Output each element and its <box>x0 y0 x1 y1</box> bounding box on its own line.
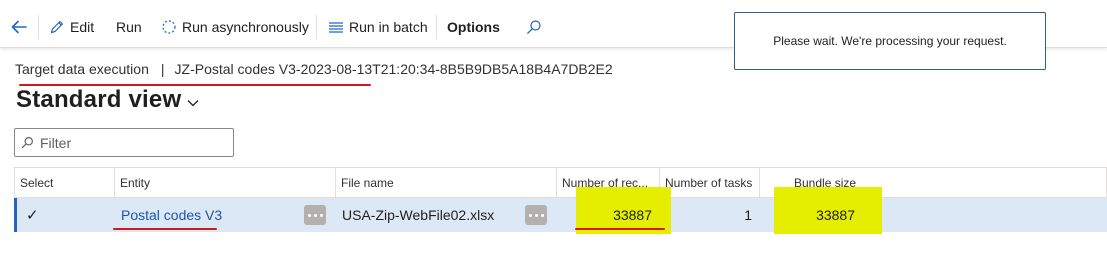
data-grid: Select Entity File name Number of rec...… <box>14 167 1107 253</box>
column-header-select[interactable]: Select <box>14 167 115 198</box>
breadcrumb-page[interactable]: Target data execution <box>15 61 149 77</box>
search-button[interactable] <box>526 6 547 48</box>
number-of-tasks-cell: 1 <box>744 207 752 223</box>
processing-message-box: Please wait. We're processing your reque… <box>734 12 1046 70</box>
chevron-down-icon <box>187 100 199 107</box>
file-name-cell: USA-Zip-WebFile02.xlsx <box>342 207 495 223</box>
entity-link[interactable]: Postal codes V3 <box>121 207 222 223</box>
checkmark-icon: ✓ <box>26 207 39 224</box>
run-asynchronously-button[interactable]: Run asynchronously <box>161 6 309 48</box>
file-name-more-button[interactable] <box>525 205 547 225</box>
column-header-entity[interactable]: Entity <box>115 167 336 198</box>
filter-box[interactable] <box>14 128 234 157</box>
column-header-number-of-tasks[interactable]: Number of tasks <box>660 167 760 198</box>
run-in-batch-button[interactable]: Run in batch <box>328 6 428 48</box>
toolbar-divider <box>38 15 39 39</box>
annotation-underline <box>575 228 665 230</box>
breadcrumb-separator: | <box>160 61 165 77</box>
run-button[interactable]: Run <box>116 6 142 48</box>
bundle-size-cell: 33887 <box>816 207 855 223</box>
toolbar-divider <box>316 15 317 39</box>
column-header-file-name[interactable]: File name <box>336 167 557 198</box>
view-title: Standard view <box>16 86 182 113</box>
edit-button[interactable]: Edit <box>49 6 94 48</box>
search-icon <box>527 20 541 34</box>
spinner-icon <box>162 20 176 34</box>
breadcrumb: Target data execution | JZ-Postal codes … <box>15 60 613 78</box>
annotation-underline <box>113 228 217 230</box>
options-label: Options <box>447 19 500 35</box>
edit-label: Edit <box>70 19 95 35</box>
number-of-records-cell: 33887 <box>613 207 652 223</box>
back-button[interactable] <box>10 6 33 48</box>
breadcrumb-record: JZ-Postal codes V3-2023-08-13T21:20:34-8… <box>174 61 613 77</box>
search-icon <box>21 137 33 149</box>
processing-message: Please wait. We're processing your reque… <box>773 34 1007 48</box>
run-label: Run <box>116 19 142 35</box>
run-asynchronously-label: Run asynchronously <box>182 19 309 35</box>
toolbar-divider <box>436 15 437 39</box>
row-select-checkbox[interactable]: ✓ <box>26 198 56 232</box>
filter-input[interactable] <box>40 134 220 151</box>
list-icon <box>329 22 343 33</box>
run-in-batch-label: Run in batch <box>349 19 428 35</box>
options-tab[interactable]: Options <box>447 6 500 48</box>
pencil-icon <box>50 20 64 34</box>
view-selector[interactable]: Standard view <box>16 86 199 114</box>
back-arrow-icon <box>11 20 27 34</box>
entity-more-button[interactable] <box>304 205 326 225</box>
entity-cell[interactable]: Postal codes V3 <box>121 198 301 232</box>
